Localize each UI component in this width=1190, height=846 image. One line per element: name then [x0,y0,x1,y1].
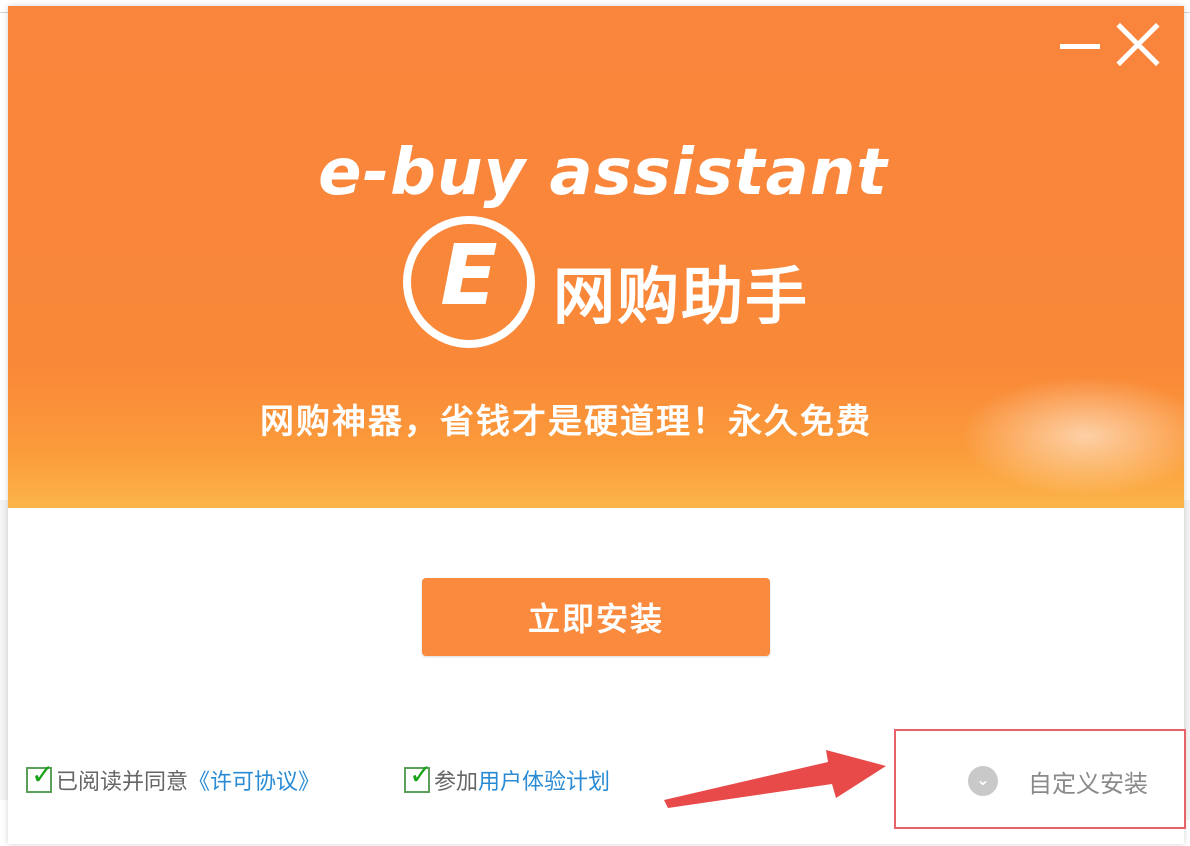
logo-letter: E [440,226,498,324]
brand-english-title: e-buy assistant [318,136,888,210]
checkmark-icon: ✓ [31,758,55,791]
slogan-fade-overlay [938,366,1184,506]
annotation-arrow [664,750,886,808]
minimize-icon [1060,44,1100,49]
license-agreement-row: ✓ 已阅读并同意 《许可协议》 [26,761,320,796]
install-now-button[interactable]: 立即安装 [422,578,770,656]
brand-logo: E 网购助手 [403,216,863,348]
ux-plan-row: ✓ 参加 用户体验计划 [404,761,610,796]
custom-install-button[interactable]: ⌄ 自定义安装 [968,766,1148,798]
license-link[interactable]: 《许可协议》 [188,764,320,796]
checkmark-icon: ✓ [409,758,433,791]
custom-install-label: 自定义安装 [1028,769,1148,798]
brand-chinese-title: 网购助手 [553,260,810,333]
ux-plan-link[interactable]: 用户体验计划 [478,764,610,796]
license-checkbox[interactable]: ✓ [26,761,54,793]
close-button[interactable] [1112,20,1164,72]
license-prefix: 已阅读并同意 [56,770,189,795]
slogan: 网购神器，省钱才是硬道理！永久免费 [260,402,872,442]
installer-dialog: e-buy assistant E 网购助手 网购神器，省钱才是硬道理！永久免费… [8,6,1186,844]
header-banner: e-buy assistant E 网购助手 网购神器，省钱才是硬道理！永久免费 [8,6,1184,508]
ux-plan-prefix: 参加 [434,770,479,795]
ux-plan-checkbox[interactable]: ✓ [404,761,432,793]
chevron-down-icon: ⌄ [968,766,998,796]
minimize-button[interactable] [1054,20,1106,72]
